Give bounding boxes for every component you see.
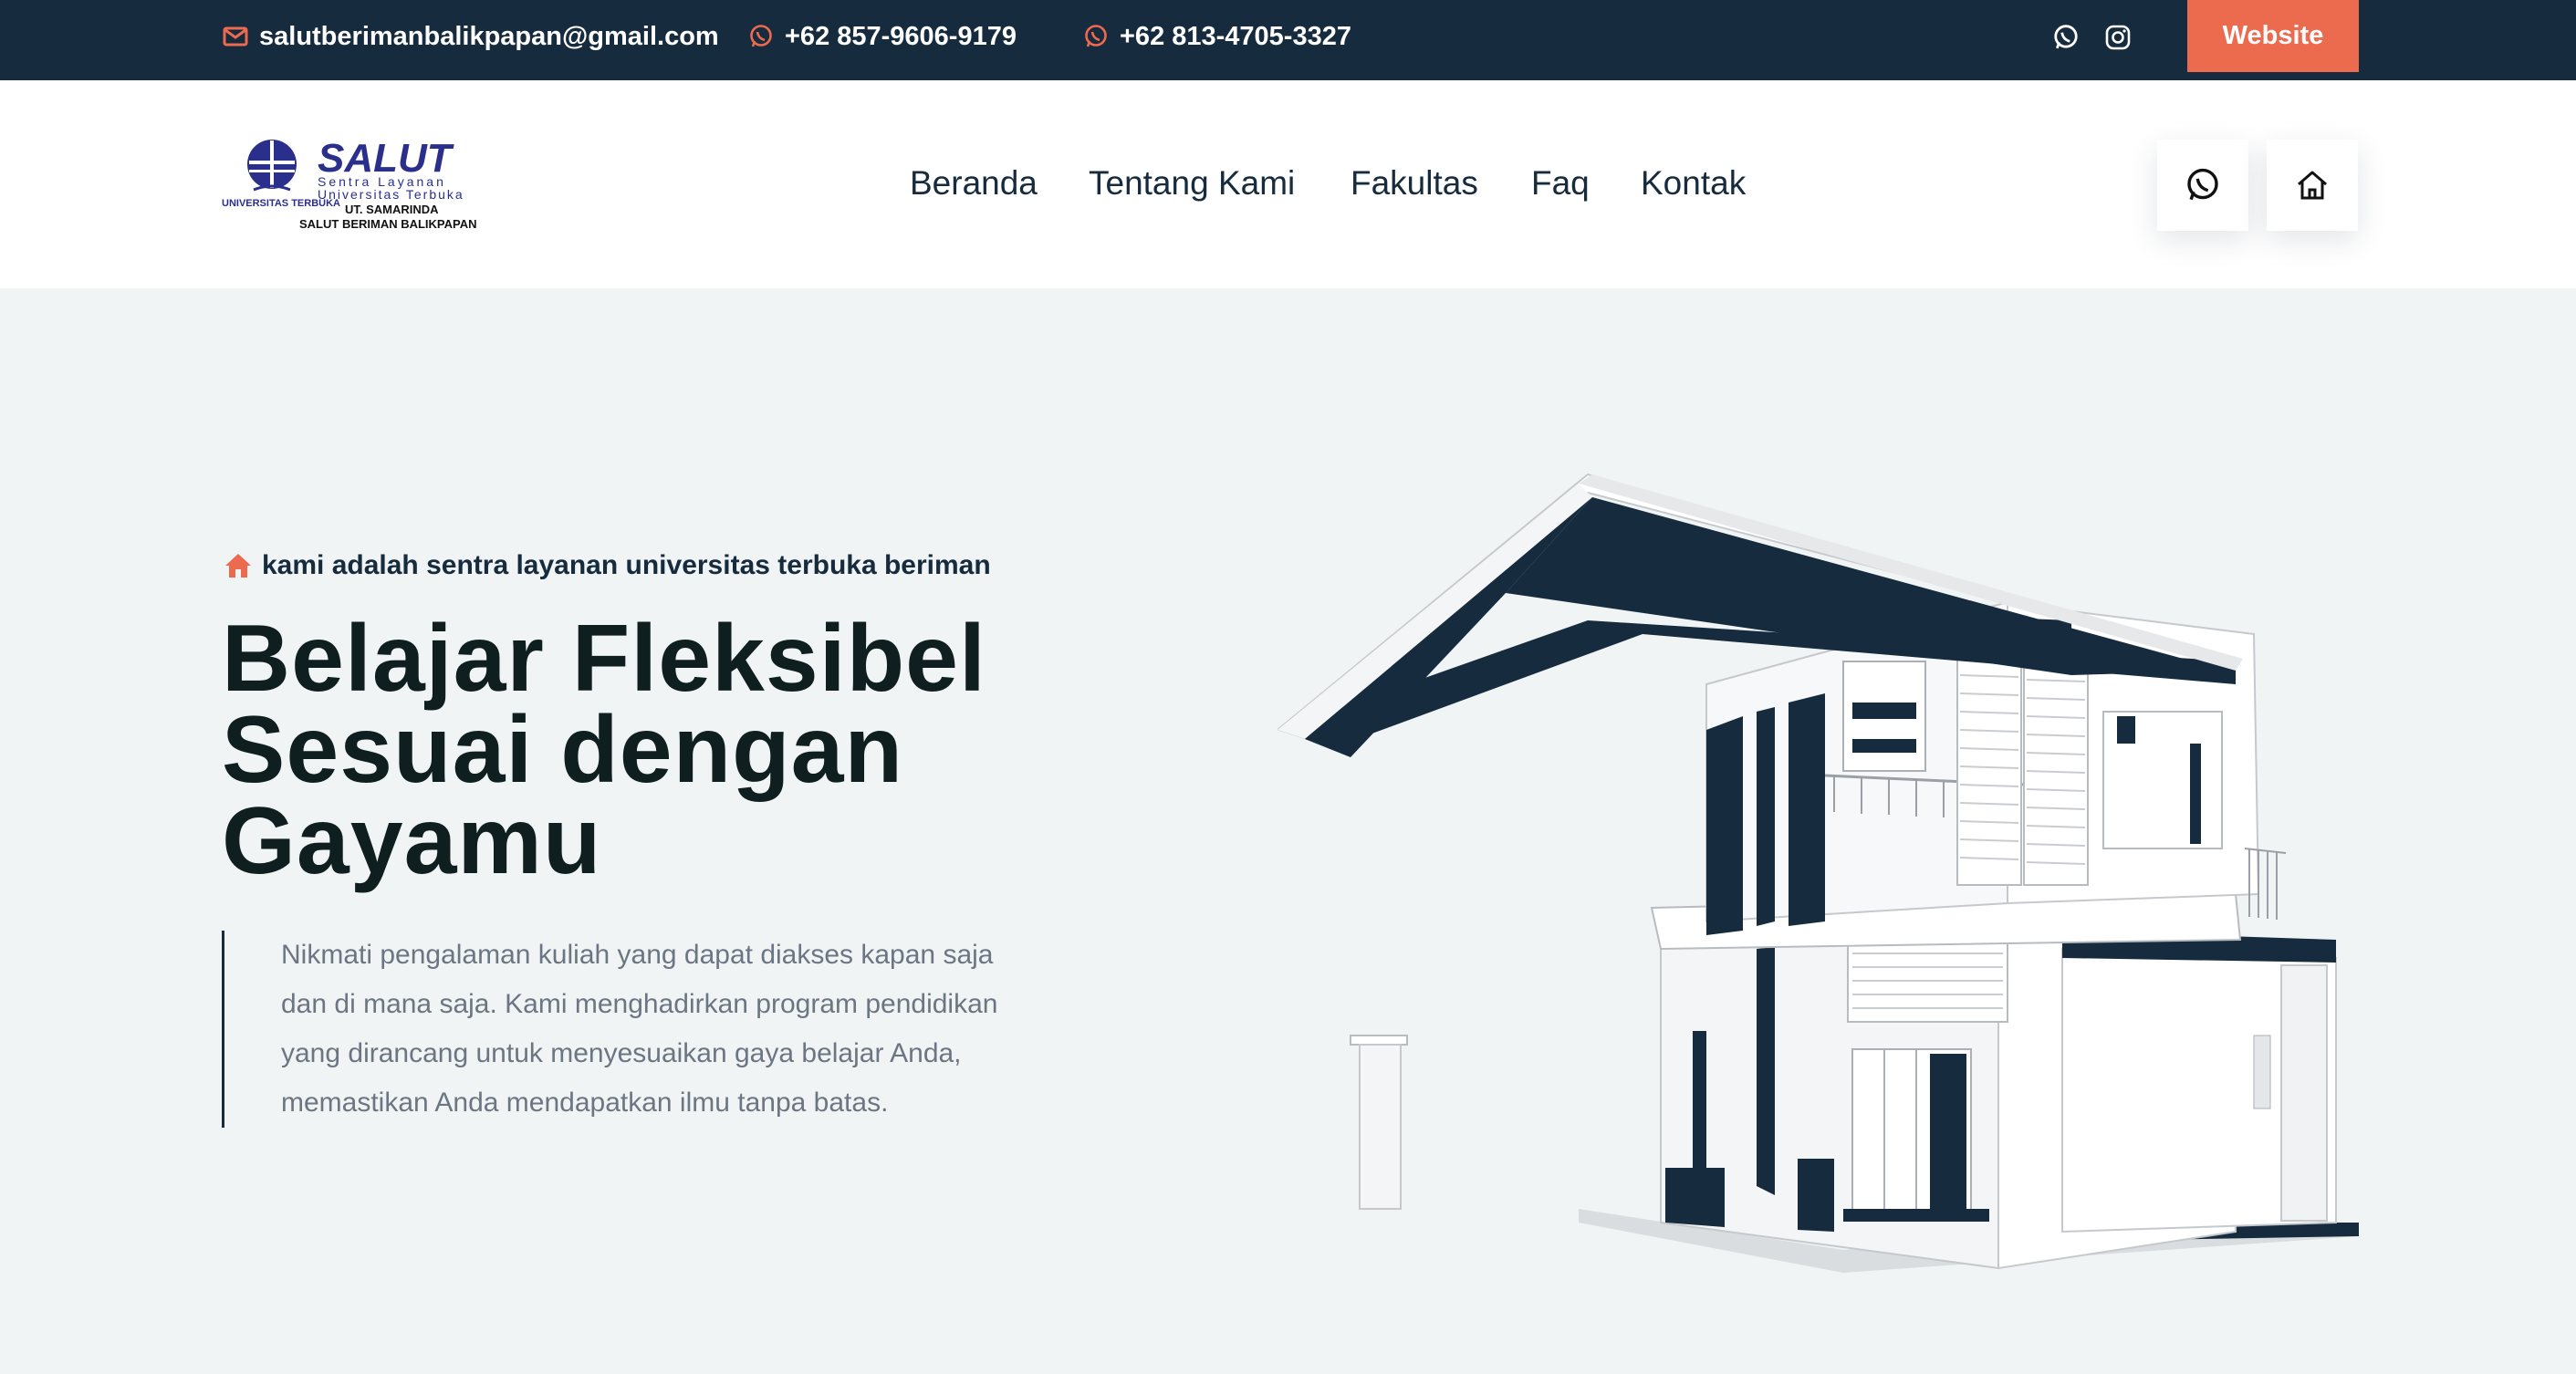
nav-item-fakultas[interactable]: Fakultas — [1351, 164, 1478, 203]
whatsapp-social-link[interactable] — [2050, 22, 2081, 53]
hero-title: Belajar Fleksibel Sesuai dengan Gayamu — [222, 606, 1043, 894]
phone-text-1: +62 857-9606-9179 — [785, 21, 1017, 51]
whatsapp-icon — [1085, 25, 1107, 47]
hero-tagline: kami adalah sentra layanan universitas t… — [224, 547, 991, 584]
instagram-social-link[interactable] — [2102, 22, 2133, 53]
instagram-icon — [2105, 25, 2131, 50]
hero-tagline-text: kami adalah sentra layanan universitas t… — [262, 550, 991, 580]
nav-item-beranda[interactable]: Beranda — [910, 164, 1038, 203]
house-illustration — [1278, 473, 2359, 1273]
hero-title-line-3: Gayamu — [222, 788, 602, 894]
phone-text-2: +62 813-4705-3327 — [1120, 21, 1351, 51]
whatsapp-icon — [750, 25, 772, 47]
email-link[interactable]: salutberimanbalikpapan@gmail.com — [223, 0, 719, 73]
hero-title-line-2: Sesuai dengan — [222, 697, 903, 803]
hero-title-line-1: Belajar Fleksibel — [222, 606, 986, 712]
home-icon — [2298, 171, 2327, 200]
ut-emblem-icon — [247, 140, 297, 192]
logo-line-2: Universitas Terbuka — [318, 187, 464, 202]
website-button[interactable]: Website — [2187, 0, 2359, 72]
logo-line-3: UT. SAMARINDA — [345, 203, 439, 216]
nav-item-tentang-kami[interactable]: Tentang Kami — [1089, 164, 1295, 203]
email-text: salutberimanbalikpapan@gmail.com — [259, 21, 719, 51]
phone-link-1[interactable]: +62 857-9606-9179 — [748, 0, 1017, 73]
salut-logo[interactable]: UNIVERSITAS TERBUKA SALUT Sentra Layanan… — [222, 136, 500, 235]
whatsapp-icon — [2187, 168, 2218, 201]
mail-icon — [223, 26, 248, 47]
top-bar: salutberimanbalikpapan@gmail.com +62 857… — [0, 0, 2576, 80]
home-button[interactable] — [2267, 140, 2358, 231]
hero-description-line-3: yang dirancang untuk menyesuaikan gaya b… — [281, 1038, 962, 1068]
home-icon — [225, 554, 251, 578]
nav-item-kontak[interactable]: Kontak — [1641, 164, 1746, 203]
hero-description: Nikmati pengalaman kuliah yang dapat dia… — [222, 931, 1025, 1128]
hero-description-line-4: memastikan Anda mendapatkan ilmu tanpa b… — [281, 1088, 889, 1118]
hero-description-line-1: Nikmati pengalaman kuliah yang dapat dia… — [281, 940, 994, 970]
logo-line-4: SALUT BERIMAN BALIKPAPAN — [299, 217, 477, 231]
site-header: UNIVERSITAS TERBUKA SALUT Sentra Layanan… — [0, 80, 2576, 288]
phone-link-2[interactable]: +62 813-4705-3327 — [1083, 0, 1351, 73]
hero-description-line-2: dan di mana saja. Kami menghadirkan prog… — [281, 989, 998, 1019]
whatsapp-icon — [2054, 25, 2078, 49]
whatsapp-button[interactable] — [2157, 140, 2248, 231]
nav-item-faq[interactable]: Faq — [1531, 164, 1590, 203]
